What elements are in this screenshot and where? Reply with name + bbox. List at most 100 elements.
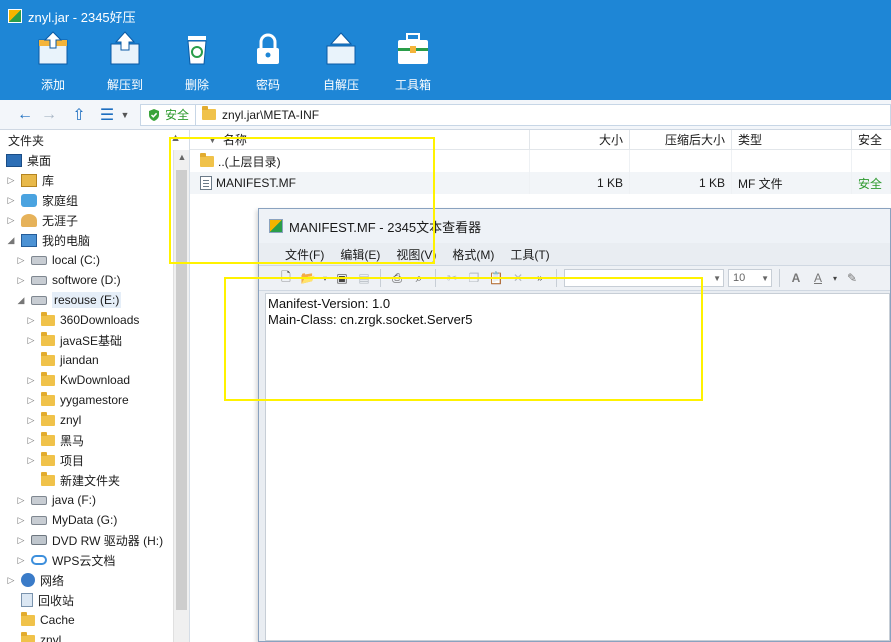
expand-arrow-icon[interactable]: ▷ — [6, 575, 16, 586]
toolbar-toolbox-button[interactable]: 工具箱 — [383, 28, 443, 96]
open-folder-icon[interactable]: 📂 — [299, 269, 317, 287]
menu-format[interactable]: 格式(M) — [444, 243, 502, 265]
expand-arrow-icon[interactable]: ▷ — [16, 515, 26, 526]
tree-item-folder[interactable]: ▷ 360Downloads — [26, 310, 139, 330]
expand-arrow-icon[interactable]: ▷ — [26, 435, 36, 446]
tree-item-my-computer[interactable]: ◢ 我的电脑 — [6, 230, 90, 250]
expand-arrow-icon[interactable]: ▷ — [6, 215, 16, 226]
menu-edit[interactable]: 编辑(E) — [332, 243, 388, 265]
column-name-header[interactable]: ▼ 名称 — [190, 129, 530, 150]
print-icon[interactable]: ⎙ — [388, 269, 406, 287]
collapse-arrow-icon[interactable]: ◢ — [16, 295, 26, 306]
forward-arrow-icon[interactable]: → — [38, 104, 60, 126]
view-list-icon[interactable]: ☰ — [96, 104, 118, 126]
expand-arrow-icon[interactable]: ▷ — [16, 535, 26, 546]
font-grow-icon[interactable]: A — [787, 269, 805, 287]
tree-item-label: 黑马 — [60, 433, 85, 448]
tree-item-folder[interactable]: ▷ 黑马 — [26, 430, 84, 450]
tree-item-library[interactable]: ▷ 库 — [6, 170, 54, 190]
expand-arrow-icon[interactable]: ▷ — [26, 455, 36, 466]
save-icon[interactable]: ▣ — [333, 269, 351, 287]
toolbar-delete-button[interactable]: 删除 — [167, 28, 227, 96]
column-type-header[interactable]: 类型 — [732, 129, 852, 150]
toolbar-overflow-icon[interactable]: » — [531, 269, 549, 287]
expand-arrow-icon[interactable]: ▷ — [16, 275, 26, 286]
app-logo-icon — [8, 9, 22, 23]
expand-arrow-icon[interactable]: ▷ — [16, 495, 26, 506]
collapse-arrow-icon[interactable]: ◢ — [6, 235, 16, 246]
expand-arrow-icon[interactable]: ▷ — [26, 375, 36, 386]
drive-icon — [31, 255, 47, 265]
tree-item-user[interactable]: ▷ 无涯子 — [6, 210, 78, 230]
viewer-text-area[interactable]: Manifest-Version: 1.0 Main-Class: cn.zrg… — [265, 293, 890, 641]
up-folder-icon[interactable]: ⇧ — [68, 104, 90, 126]
folder-icon — [41, 471, 55, 486]
toolbar-add-button[interactable]: 添加 — [23, 28, 83, 96]
column-safety-header[interactable]: 安全 — [852, 130, 891, 150]
font-color-dropdown-icon[interactable]: ▾ — [831, 269, 839, 287]
tree-item-drive-d[interactable]: ▷ softwore (D:) — [16, 270, 121, 290]
new-file-icon[interactable]: 🗋 — [277, 269, 295, 287]
tree-item-folder[interactable]: 新建文件夹 — [26, 470, 120, 490]
tree-item-folder[interactable]: ▷ javaSE基础 — [26, 330, 122, 350]
expand-arrow-icon[interactable]: ▷ — [16, 255, 26, 266]
tree-item-desktop[interactable]: 桌面 — [6, 150, 51, 170]
tree-item-folder[interactable]: ▷ 项目 — [26, 450, 84, 470]
menu-file[interactable]: 文件(F) — [277, 243, 332, 265]
find-icon[interactable]: ⌕ — [410, 269, 428, 287]
tree-item-dvd-drive[interactable]: ▷ DVD RW 驱动器 (H:) — [16, 530, 164, 550]
address-bar: ← → ⇧ ☰ ▼ 安全 znyl.jar\META-INF — [0, 100, 891, 130]
safety-status-button[interactable]: 安全 — [140, 103, 197, 126]
toolbar-extract-button[interactable]: 解压到 — [95, 28, 155, 96]
tree-item-znyl[interactable]: znyl — [6, 630, 61, 642]
column-compressed-header[interactable]: 压缩后大小 — [630, 129, 732, 150]
back-arrow-icon[interactable]: ← — [14, 104, 36, 126]
table-row[interactable]: MANIFEST.MF 1 KB 1 KB MF 文件 安全 — [190, 172, 891, 194]
tree-item-folder[interactable]: ▷ KwDownload — [26, 370, 130, 390]
cut-icon[interactable]: ✂ — [443, 269, 461, 287]
expand-arrow-icon[interactable]: ▷ — [26, 315, 36, 326]
toolbar-password-button[interactable]: 密码 — [238, 28, 298, 96]
expand-arrow-icon[interactable]: ▷ — [6, 175, 16, 186]
expand-arrow-icon[interactable]: ▷ — [26, 395, 36, 406]
tree-scrollbar[interactable]: ▲ — [173, 150, 189, 642]
tree-item-folder[interactable]: ▷ yygamestore — [26, 390, 129, 410]
toolbar-self-extract-button[interactable]: 自解压 — [311, 28, 371, 96]
table-row[interactable]: ..(上层目录) — [190, 150, 891, 172]
tree-item-wps-cloud[interactable]: ▷ WPS云文档 — [16, 550, 116, 570]
tree-item-drive-c[interactable]: ▷ local (C:) — [16, 250, 100, 270]
expand-arrow-icon[interactable]: ▷ — [26, 335, 36, 346]
path-field[interactable]: znyl.jar\META-INF — [196, 103, 891, 126]
tree-item-label: java (F:) — [52, 493, 97, 507]
column-size-header[interactable]: 大小 — [530, 129, 630, 150]
expand-arrow-icon[interactable]: ▷ — [16, 555, 26, 566]
font-color-icon[interactable]: A — [809, 269, 827, 287]
delete-icon[interactable]: ✕ — [509, 269, 527, 287]
save-all-icon[interactable]: ▤ — [355, 269, 373, 287]
tree-item-network[interactable]: ▷ 网络 — [6, 570, 64, 590]
font-size-select[interactable]: 10 ▼ — [728, 269, 772, 287]
tree-item-cache[interactable]: Cache — [6, 610, 75, 630]
tree-item-drive-g[interactable]: ▷ MyData (G:) — [16, 510, 118, 530]
scrollbar-thumb[interactable] — [176, 170, 187, 610]
paste-icon[interactable]: 📋 — [487, 269, 505, 287]
copy-icon[interactable]: ❐ — [465, 269, 483, 287]
font-family-select[interactable]: ▼ — [564, 269, 724, 287]
file-list-header: ▼ 名称 大小 压缩后大小 类型 安全 — [190, 129, 891, 150]
chevron-up-icon[interactable]: ▲ — [170, 132, 181, 144]
open-dropdown-icon[interactable]: ▾ — [321, 269, 329, 287]
tree-item-homegroup[interactable]: ▷ 家庭组 — [6, 190, 78, 210]
tree-item-drive-e[interactable]: ◢ resouse (E:) — [16, 290, 122, 310]
tree-item-folder[interactable]: jiandan — [26, 350, 99, 370]
menu-view[interactable]: 视图(V) — [388, 243, 444, 265]
scroll-up-icon[interactable]: ▲ — [174, 152, 190, 162]
expand-arrow-icon[interactable]: ▷ — [6, 195, 16, 206]
tree-item-drive-f[interactable]: ▷ java (F:) — [16, 490, 96, 510]
view-dropdown-icon[interactable]: ▼ — [118, 104, 132, 126]
highlight-pen-icon[interactable]: ✎ — [843, 269, 861, 287]
menu-tools[interactable]: 工具(T) — [502, 243, 557, 265]
tree-item-label: DVD RW 驱动器 (H:) — [52, 533, 164, 548]
tree-item-folder[interactable]: ▷ znyl — [26, 410, 81, 430]
tree-item-recycle-bin[interactable]: 回收站 — [6, 590, 74, 610]
expand-arrow-icon[interactable]: ▷ — [26, 415, 36, 426]
